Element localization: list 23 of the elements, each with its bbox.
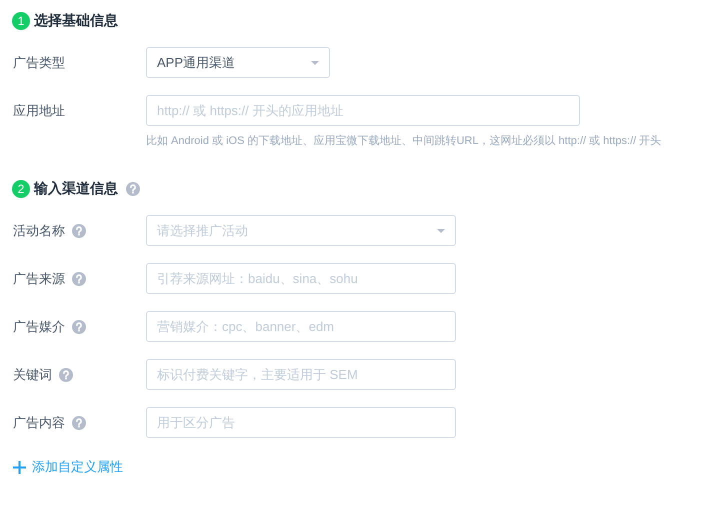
field-label: 活动名称 [13, 222, 65, 240]
section-title: 选择基础信息 [34, 12, 118, 30]
caret-icon [437, 228, 445, 232]
add-attribute-link[interactable]: 添加自定义属性 [13, 458, 123, 476]
input-field[interactable]: 用于区分广告 [146, 407, 456, 438]
field-label: 广告媒介 [13, 318, 65, 336]
step-number: 1 [12, 12, 30, 30]
field-label: 广告来源 [13, 270, 65, 288]
plus-icon [13, 460, 26, 474]
select-field[interactable]: 请选择推广活动 [146, 215, 456, 246]
input-field[interactable]: 营销媒介：cpc、banner、edm [146, 311, 456, 342]
hint-text: 比如 Android 或 iOS 的下载地址、应用宝微下载地址、中间跳转URL，这网址必须以 http:// 或 https:// 开头 [146, 134, 662, 148]
select-field[interactable]: APP通用渠道 [146, 47, 330, 78]
field-label: 广告类型 [13, 54, 65, 72]
field-label: 广告内容 [13, 414, 65, 432]
field-label: 关键词 [13, 366, 52, 384]
caret-icon [311, 60, 319, 64]
step-number: 2 [12, 180, 30, 198]
input-field[interactable]: 引荐来源网址：baidu、sina、sohu [146, 263, 456, 294]
field-label: 应用地址 [13, 102, 65, 120]
input-field[interactable]: http:// 或 https:// 开头的应用地址 [146, 95, 580, 126]
section-title: 输入渠道信息 [34, 180, 118, 198]
input-field[interactable]: 标识付费关键字，主要适用于 SEM [146, 359, 456, 390]
